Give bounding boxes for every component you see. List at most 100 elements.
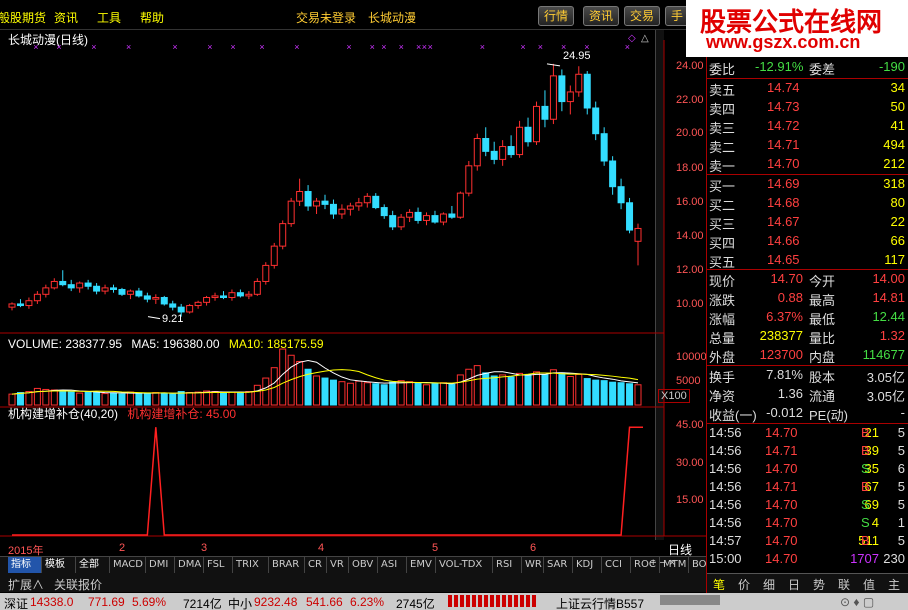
stat-row-4: 外盘 123700 内盘 114677 xyxy=(709,347,905,365)
volume-bar xyxy=(160,392,168,406)
indicator-tab[interactable]: 全部 xyxy=(76,557,110,573)
signal-mark: × xyxy=(520,42,525,52)
sell-row-0[interactable]: 卖五 14.74 34 xyxy=(707,79,908,98)
ma10-value: MA10: 185175.59 xyxy=(228,337,324,351)
indicator-tab[interactable]: OBV xyxy=(349,557,378,573)
indicator-tab[interactable]: DMI xyxy=(146,557,175,573)
volume-bar xyxy=(397,380,405,406)
indicator-tab[interactable]: VR xyxy=(327,557,349,573)
indicator-tab[interactable]: 指标 xyxy=(8,557,42,573)
candle-body xyxy=(177,306,185,313)
indicator-tab[interactable]: CCI xyxy=(602,557,631,573)
buy-row-0[interactable]: 买一 14.69 318 xyxy=(707,175,908,194)
menu-item-tools[interactable]: 工具 xyxy=(97,9,121,26)
buy-row-2[interactable]: 买三 14.67 22 xyxy=(707,213,908,232)
status-bar: 深证 14338.0 771.69 5.69% 7214亿 中小 9232.48… xyxy=(0,593,908,610)
menu-item-info[interactable]: 资讯 xyxy=(54,9,78,26)
buy-row-1[interactable]: 买二 14.68 80 xyxy=(707,194,908,213)
indicator-name[interactable]: 机构建增补仓(40,20) xyxy=(8,407,118,421)
indicator-tab[interactable]: VOL-TDX xyxy=(436,557,493,573)
volume-bar xyxy=(524,373,532,406)
indicator-tab[interactable]: ASI xyxy=(378,557,407,573)
status-icons[interactable]: ⊙ ♦ ▢ xyxy=(840,595,874,609)
sell-row-2[interactable]: 卖三 14.72 41 xyxy=(707,117,908,136)
quote-tab[interactable]: 日 xyxy=(788,576,800,593)
tick-row: 14:56 14.71 67 B 5 xyxy=(709,479,905,494)
quote-tab[interactable]: 笔 xyxy=(713,576,725,593)
indicator-tab[interactable]: SAR xyxy=(544,557,573,573)
indicator-tab[interactable]: WR xyxy=(522,557,544,573)
candle-body xyxy=(152,297,160,300)
login-status[interactable]: 交易未登录 xyxy=(296,9,356,26)
candle-body xyxy=(465,165,473,194)
quote-tab[interactable]: 价 xyxy=(738,576,750,593)
volume-value: VOLUME: 238377.95 xyxy=(8,337,123,351)
volume-bar xyxy=(499,374,507,406)
menu-item-help[interactable]: 帮助 xyxy=(140,9,164,26)
quote-tab[interactable]: 主 xyxy=(888,576,900,593)
indicator-tab[interactable]: BRAR xyxy=(269,557,305,573)
signal-mark: × xyxy=(422,42,427,52)
quote-tab[interactable]: 联 xyxy=(838,576,850,593)
candle-body xyxy=(33,293,41,302)
volume-bar xyxy=(592,379,600,406)
signal-mark: × xyxy=(294,42,299,52)
volume-bar xyxy=(558,372,566,406)
volume-bar xyxy=(473,365,481,406)
candle-body xyxy=(236,292,244,297)
indicator-tab[interactable]: TRIX xyxy=(233,557,269,573)
stat-row-0: 现价 14.70 今开 14.00 xyxy=(709,271,905,289)
volume-bar xyxy=(532,371,540,406)
menu-item-futures[interactable]: 般股期货 xyxy=(0,9,46,26)
signal-mark: × xyxy=(56,42,61,52)
indicator-tab[interactable]: FSL xyxy=(204,557,233,573)
tick-row: 14:56 14.71 39 B 5 xyxy=(709,443,905,458)
candle-body xyxy=(287,200,295,225)
candle-body xyxy=(448,213,456,218)
quote-tab[interactable]: 值 xyxy=(863,576,875,593)
candle-body xyxy=(50,280,58,289)
volume-bar xyxy=(490,375,498,406)
volume-unit: X100 xyxy=(658,389,690,403)
buy-row-4[interactable]: 买五 14.65 117 xyxy=(707,251,908,270)
news-button[interactable]: 资讯 xyxy=(583,6,620,26)
indicator-tab[interactable]: CR xyxy=(305,557,327,573)
candle-body xyxy=(304,191,312,207)
volume-bar xyxy=(59,389,67,406)
trade-button[interactable]: 交易 xyxy=(624,6,661,26)
quote-tab[interactable]: 势 xyxy=(813,576,825,593)
indicator-tab[interactable]: 模板 xyxy=(42,557,76,573)
signal-mark: × xyxy=(346,42,351,52)
watermark-logo: 股票公式在线网 www.gszx.com.cn xyxy=(686,0,908,57)
indicator-tab[interactable]: DMA xyxy=(175,557,204,573)
volume-bar xyxy=(33,387,41,406)
candle-body xyxy=(346,205,354,210)
sell-row-3[interactable]: 卖二 14.71 494 xyxy=(707,136,908,155)
candle-body xyxy=(380,207,388,217)
candle-body xyxy=(439,213,447,223)
sell-row-1[interactable]: 卖四 14.73 50 xyxy=(707,98,908,117)
buy-row-3[interactable]: 买四 14.66 66 xyxy=(707,232,908,251)
sell-row-4[interactable]: 卖一 14.70 212 xyxy=(707,155,908,174)
signal-mark: × xyxy=(416,42,421,52)
indicator-tab[interactable]: MACD xyxy=(110,557,146,573)
hq-button[interactable]: 行情 xyxy=(538,6,575,26)
candle-body xyxy=(389,215,397,228)
indicator-tab[interactable]: KDJ xyxy=(573,557,602,573)
candle-body xyxy=(575,73,583,93)
candle-body xyxy=(372,195,380,209)
indicator-tab[interactable]: RSI xyxy=(493,557,522,573)
tab-related-quotes[interactable]: 关联报价 xyxy=(54,576,102,593)
indicator-tab[interactable]: EMV xyxy=(407,557,436,573)
volume-bar xyxy=(253,384,261,406)
candle-body xyxy=(118,288,126,295)
volume-bar xyxy=(169,393,177,406)
quote-tab[interactable]: 细 xyxy=(763,576,775,593)
signal-mark: × xyxy=(625,42,630,52)
tab-expand[interactable]: 扩展∧ xyxy=(8,576,44,593)
volume-bar xyxy=(363,382,371,406)
volume-bar xyxy=(549,369,557,406)
indicator-tick: 15.00 xyxy=(676,494,704,506)
volume-bar xyxy=(8,393,16,406)
tab-scroll-buttons[interactable]: + − × xyxy=(650,557,675,569)
